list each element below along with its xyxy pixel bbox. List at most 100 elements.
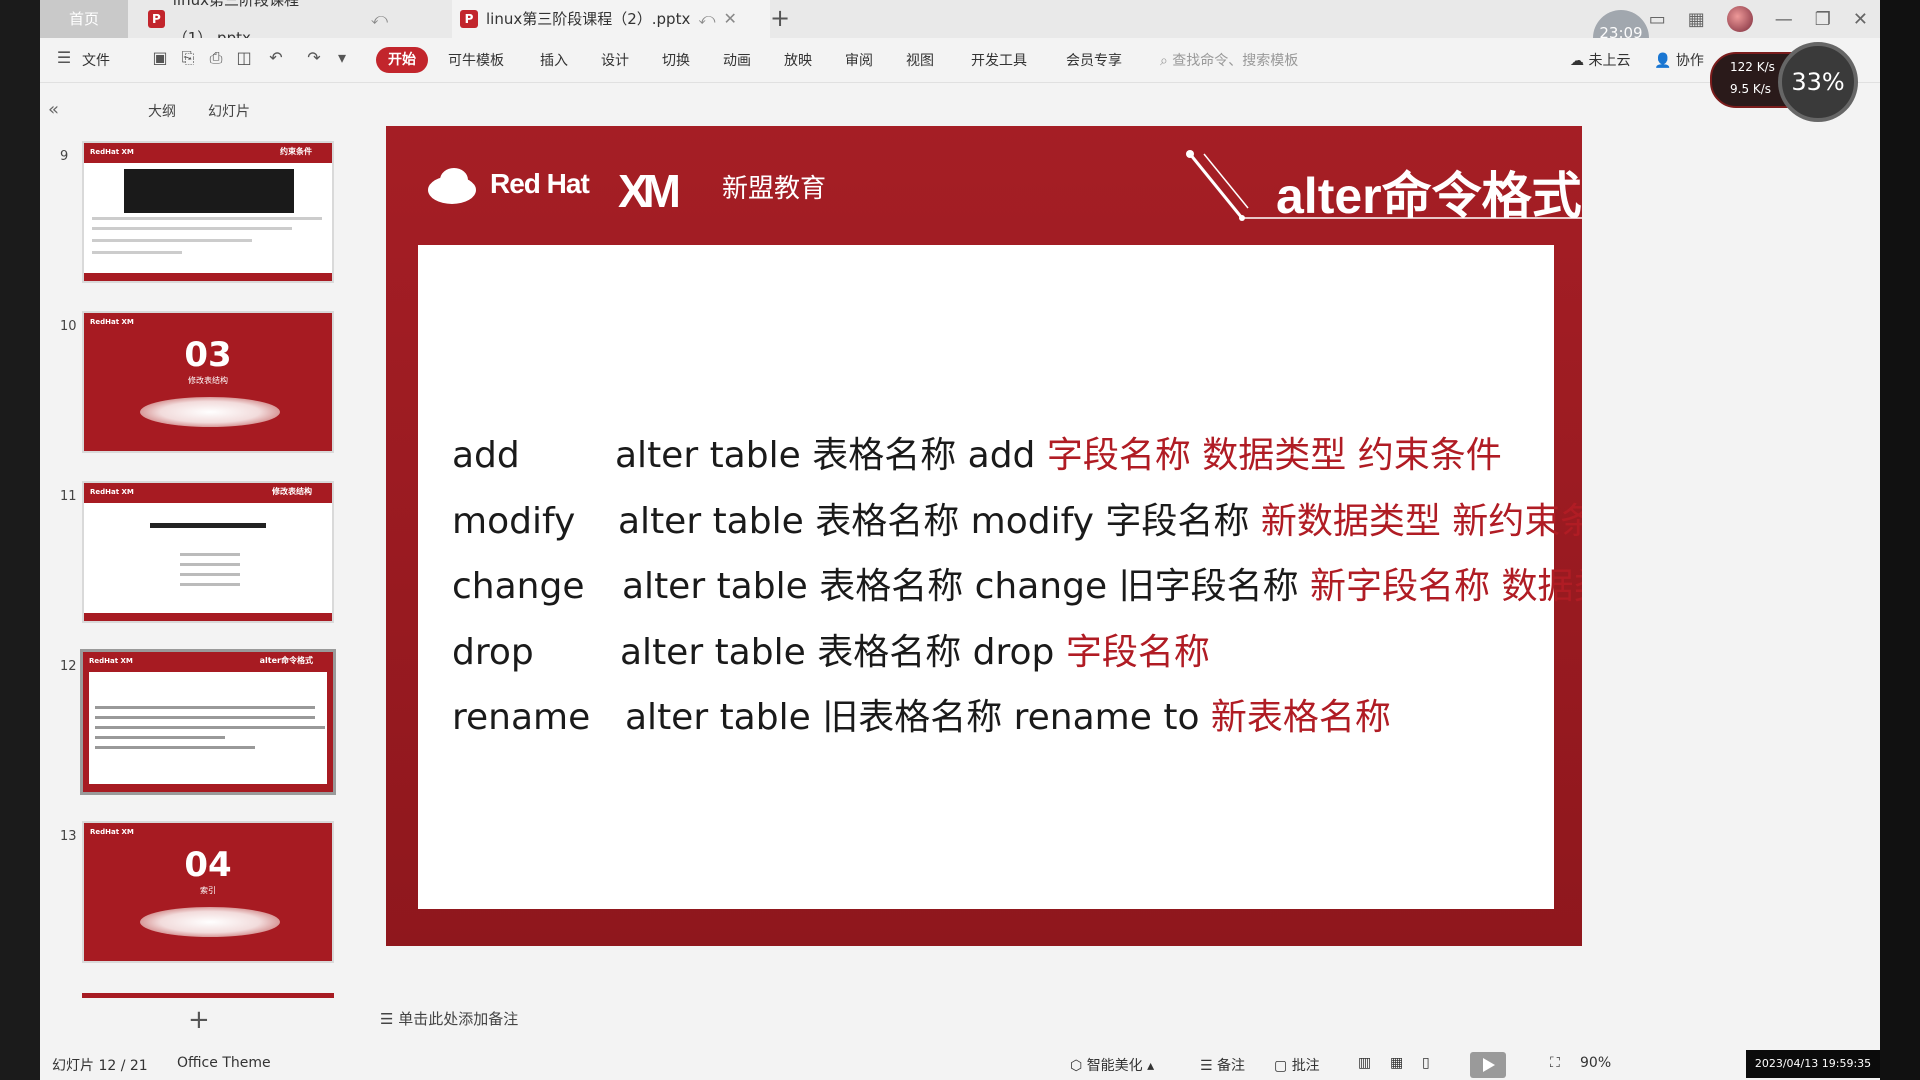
window-controls: ▭ ▦ — ❐ ✕ (1649, 6, 1868, 32)
layout-icon[interactable]: ▭ (1649, 9, 1666, 30)
tab-insert[interactable]: 插入 (540, 50, 568, 70)
thumb-line (180, 573, 240, 576)
print-icon[interactable]: ⎙ (206, 48, 226, 68)
thumb-logo: RedHat XM (90, 318, 134, 326)
normal-view-icon[interactable]: ▥ (1358, 1055, 1371, 1071)
slide-thumbnail-10[interactable]: RedHat XM 03 修改表结构 (82, 311, 334, 453)
notes-area[interactable]: ☰ 单击此处添加备注 (380, 1008, 518, 1029)
tab-slideshow[interactable]: 放映 (784, 50, 812, 70)
slide-thumbnail-13[interactable]: RedHat XM 04 索引 (82, 821, 334, 963)
slide-canvas[interactable]: Red Hat XM 新盟教育 alter命令格式 add alter table… (386, 126, 1582, 946)
apps-grid-icon[interactable]: ▦ (1688, 9, 1705, 30)
slide-thumbnail-9[interactable]: RedHat XM 约束条件 (82, 141, 334, 283)
reading-view-icon[interactable]: ▯ (1422, 1055, 1430, 1071)
tab-start[interactable]: 开始 (376, 47, 428, 73)
slide-number: 11 (60, 489, 77, 504)
notes-toggle-button[interactable]: ☰ 备注 (1200, 1055, 1245, 1075)
collapse-panel-icon[interactable]: « (48, 99, 59, 120)
doc-tab-1[interactable]: P linux第三阶段课程（1）.pptx ⤺ (140, 0, 388, 47)
redhat-logo-text: Red Hat (490, 168, 590, 199)
play-slideshow-button[interactable] (1470, 1052, 1506, 1078)
thumb-line (95, 706, 315, 709)
search-input[interactable]: ⌕ 查找命令、搜索模板 (1160, 50, 1298, 70)
restore-tab-icon[interactable]: ⤺ (371, 0, 388, 38)
collab-button[interactable]: 👤 协作 (1654, 50, 1704, 70)
thumb-code-line (150, 523, 266, 528)
title-bar: 首页 P linux第三阶段课程（1）.pptx ⤺ P linux第三阶段课程… (40, 0, 1880, 66)
tab-home[interactable]: 首页 (40, 0, 128, 38)
cmd-syntax: alter table 表格名称 change 旧字段名称 (622, 566, 1311, 607)
slide-number: 13 (60, 829, 77, 844)
tab-animation[interactable]: 动画 (723, 50, 751, 70)
cmd-keyword: change (452, 566, 585, 607)
tab-transition[interactable]: 切换 (662, 50, 690, 70)
close-window-icon[interactable]: ✕ (1853, 9, 1868, 30)
cmd-syntax: alter table 旧表格名称 rename to (625, 697, 1211, 738)
network-speed-widget: 122 K/s 9.5 K/s 33% (1710, 42, 1860, 122)
redhat-logo-icon (428, 168, 476, 204)
thumb-line (180, 583, 240, 586)
slide-title: alter命令格式 (1276, 168, 1582, 224)
cmd-keyword: modify (452, 501, 576, 542)
tab-design[interactable]: 设计 (601, 50, 629, 70)
ribbon: ☰ 文件 ▣ ⎘ ⎙ ◫ ↶ ↷ ▾ 开始 可牛模板 插入 设计 切换 动画 放… (40, 38, 1880, 83)
thumb-frame (84, 613, 332, 621)
xm-logo-mark: XM (618, 165, 681, 217)
thumb-pedestal (140, 907, 280, 937)
doc-tab-2[interactable]: P linux第三阶段课程（2）.pptx ⤺ ✕ (452, 0, 770, 38)
cmd-params: 新表格名称 (1210, 697, 1391, 738)
alter-row-drop: drop alter table 表格名称 drop 字段名称 (452, 623, 1210, 675)
menu-file[interactable]: 文件 (82, 50, 110, 70)
tab-slides[interactable]: 幻灯片 (208, 101, 250, 121)
menu-icon[interactable]: ☰ (54, 48, 74, 68)
alter-row-add: add alter table 表格名称 add 字段名称 数据类型 约束条件 (452, 426, 1502, 478)
export-icon[interactable]: ⎘ (178, 48, 198, 68)
slide-thumbnail-12[interactable]: RedHat XM alter命令格式 (80, 649, 336, 795)
sorter-view-icon[interactable]: ▦ (1390, 1055, 1403, 1071)
thumb-frame (83, 784, 333, 792)
slide-thumbnail-11[interactable]: RedHat XM 修改表结构 (82, 481, 334, 623)
comments-label: 批注 (1291, 1058, 1320, 1074)
comments-button[interactable]: ▢ 批注 (1274, 1055, 1320, 1075)
undo-icon[interactable]: ↶ (266, 48, 286, 68)
user-icon: 👤 (1654, 53, 1672, 69)
tab-templates[interactable]: 可牛模板 (448, 50, 504, 70)
thumb-title: alter命令格式 (259, 656, 313, 665)
minimize-icon[interactable]: — (1775, 9, 1793, 30)
cmd-params: 新数据类型 新约束条件 (1260, 501, 1582, 542)
zoom-level[interactable]: 90% (1580, 1055, 1611, 1071)
add-slide-button[interactable]: + (188, 1005, 210, 1035)
tab-developer[interactable]: 开发工具 (971, 50, 1027, 70)
tab-outline[interactable]: 大纲 (148, 101, 176, 121)
cloud-sync-button[interactable]: ☁ 未上云 (1570, 50, 1630, 70)
thumb-header: RedHat XM 约束条件 (84, 143, 332, 163)
tab-review[interactable]: 审阅 (845, 50, 873, 70)
beautify-icon: ⬡ (1070, 1058, 1087, 1074)
preview-icon[interactable]: ◫ (234, 48, 254, 68)
avatar[interactable] (1726, 6, 1753, 32)
beautify-button[interactable]: ⬡ 智能美化 ▴ (1070, 1055, 1154, 1075)
close-tab-icon[interactable]: ✕ (723, 0, 736, 38)
tab-view[interactable]: 视图 (906, 50, 934, 70)
cmd-keyword: rename (452, 697, 591, 738)
cpu-percent: 33% (1778, 42, 1858, 122)
thumb-section-title: 索引 (200, 886, 216, 895)
redo-icon[interactable]: ↷ (304, 48, 324, 68)
chevron-down-icon[interactable]: ▾ (332, 48, 352, 68)
upload-speed: 122 K/s (1730, 60, 1775, 74)
cmd-syntax: alter table 表格名称 modify 字段名称 (618, 501, 1261, 542)
fit-window-icon[interactable]: ⛶ (1550, 1055, 1560, 1071)
collab-label: 协作 (1675, 53, 1704, 69)
alter-row-change: change alter table 表格名称 change 旧字段名称 新字段名… (452, 557, 1582, 609)
tab-member[interactable]: 会员专享 (1066, 50, 1122, 70)
notes-icon: ☰ (380, 1010, 399, 1028)
cmd-params: 新字段名称 数据类型 约束条件 (1310, 566, 1582, 607)
search-icon: ⌕ (1160, 53, 1173, 69)
restore-tab-icon[interactable]: ⤺ (698, 0, 715, 38)
new-tab-icon[interactable]: + (770, 4, 790, 32)
slide-counter: 幻灯片 12 / 21 (52, 1058, 148, 1074)
beautify-label: 智能美化 (1086, 1058, 1143, 1074)
save-icon[interactable]: ▣ (150, 48, 170, 68)
maximize-icon[interactable]: ❐ (1815, 9, 1831, 30)
thumb-section-title: 修改表结构 (188, 376, 228, 385)
